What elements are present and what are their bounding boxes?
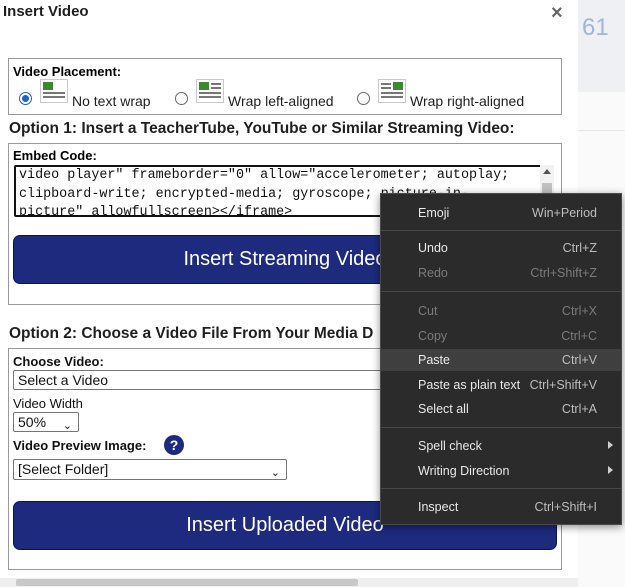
horizontal-scrollbar[interactable]: [0, 578, 578, 587]
dialog-title: Insert Video: [3, 3, 89, 20]
video-placement-group: Video Placement: No text wrap Wrap left-…: [8, 58, 562, 115]
no-text-wrap-label[interactable]: No text wrap: [72, 93, 151, 109]
background-divider: [578, 130, 625, 131]
menu-item-undo[interactable]: Undo Ctrl+Z: [381, 237, 621, 259]
radio-wrap-left[interactable]: [175, 92, 188, 105]
context-menu: Emoji Win+Period Undo Ctrl+Z Redo Ctrl+S…: [380, 193, 622, 525]
video-placement-label: Video Placement:: [13, 64, 122, 79]
embed-code-label: Embed Code:: [13, 148, 97, 163]
help-icon[interactable]: ?: [164, 435, 184, 455]
horizontal-scroll-thumb[interactable]: [16, 579, 358, 586]
video-width-select[interactable]: 50% ⌄: [13, 412, 79, 432]
wrap-right-icon: [378, 79, 406, 103]
video-width-label: Video Width: [13, 396, 83, 411]
preview-image-label: Video Preview Image:: [13, 438, 147, 453]
menu-item-cut[interactable]: Cut Ctrl+X: [381, 300, 621, 322]
menu-item-select-all[interactable]: Select all Ctrl+A: [381, 398, 621, 420]
menu-item-spell-check[interactable]: Spell check: [381, 435, 621, 457]
select-folder-value: [Select Folder]: [18, 461, 109, 477]
choose-video-select[interactable]: Select a Video: [13, 370, 383, 390]
choose-video-label: Choose Video:: [13, 354, 104, 369]
menu-item-copy[interactable]: Copy Ctrl+C: [381, 325, 621, 347]
option2-heading: Option 2: Choose a Video File From Your …: [9, 325, 374, 342]
wrap-right-label[interactable]: Wrap right-aligned: [410, 93, 524, 109]
close-icon[interactable]: ×: [551, 2, 563, 25]
background-text: 61: [582, 14, 609, 41]
option1-heading: Option 1: Insert a TeacherTube, YouTube …: [9, 120, 515, 137]
no-wrap-icon: [40, 79, 68, 103]
video-width-value: 50%: [18, 414, 47, 430]
radio-wrap-right[interactable]: [357, 92, 370, 105]
menu-item-paste-plain[interactable]: Paste as plain text Ctrl+Shift+V: [381, 374, 621, 396]
menu-item-emoji[interactable]: Emoji Win+Period: [381, 202, 621, 224]
submenu-arrow-icon: [608, 441, 613, 449]
menu-item-inspect[interactable]: Inspect Ctrl+Shift+I: [381, 496, 621, 518]
menu-item-writing-direction[interactable]: Writing Direction: [381, 460, 621, 482]
chevron-down-icon: ⌄: [62, 420, 72, 432]
menu-item-redo[interactable]: Redo Ctrl+Shift+Z: [381, 262, 621, 284]
choose-video-value: Select a Video: [18, 372, 109, 388]
chevron-down-icon: ⌄: [270, 467, 280, 479]
submenu-arrow-icon: [608, 466, 613, 474]
wrap-left-icon: [196, 79, 224, 103]
select-folder-dropdown[interactable]: [Select Folder] ⌄: [13, 459, 287, 480]
radio-no-text-wrap[interactable]: [19, 92, 32, 105]
scroll-up-icon[interactable]: [543, 169, 551, 174]
menu-item-paste[interactable]: Paste Ctrl+V: [381, 349, 621, 371]
wrap-left-label[interactable]: Wrap left-aligned: [228, 93, 334, 109]
